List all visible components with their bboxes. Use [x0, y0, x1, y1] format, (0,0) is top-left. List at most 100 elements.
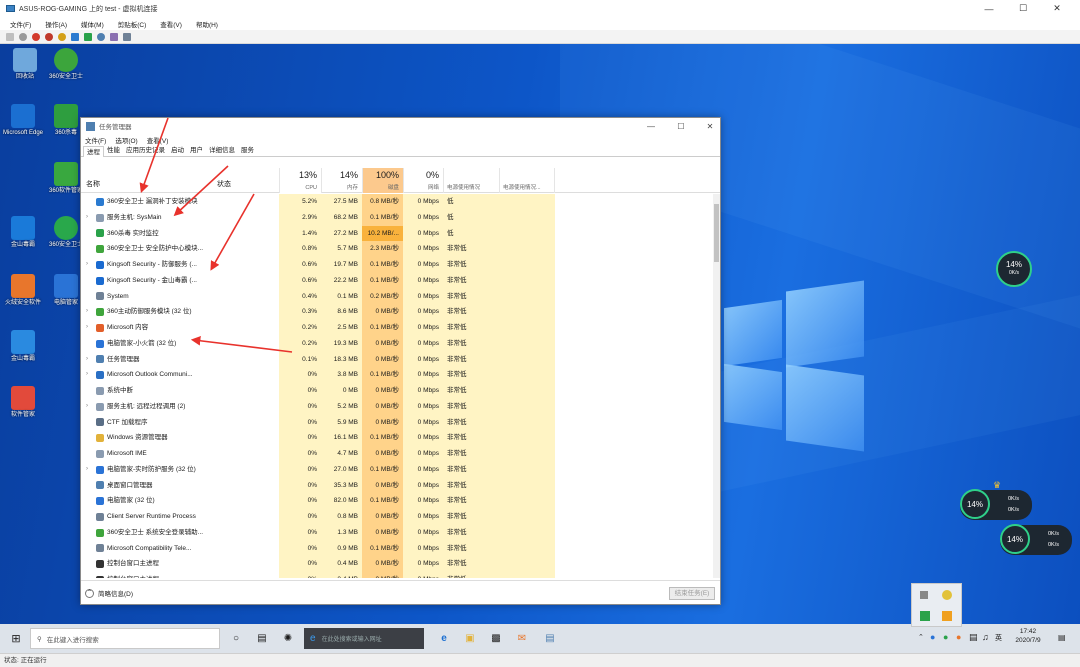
column-header-cpu[interactable]: 13% CPU	[279, 168, 321, 193]
save-state-icon[interactable]	[58, 32, 66, 41]
process-row[interactable]: 桌面窗口管理器 0% 35.3 MB 0 MB/秒 0 Mbps 非常低	[81, 477, 713, 494]
tray-app-icon[interactable]	[942, 590, 952, 600]
process-row[interactable]: › 服务主机: SysMain 2.9% 68.2 MB 0.1 MB/秒 0 Mbps 低	[81, 209, 713, 226]
collapse-chevron-icon[interactable]: ⌃	[85, 588, 94, 598]
process-row[interactable]: CTF 加载程序 0% 5.9 MB 0 MB/秒 0 Mbps 非常低	[81, 414, 713, 431]
speed-widget-pill[interactable]: 14% 0K/s 0K/s ♛	[960, 480, 1032, 520]
tab-processes[interactable]: 进程	[83, 146, 104, 157]
column-header-power-trend[interactable]: 电源使用情况...	[499, 168, 555, 193]
desktop-icon-huorong[interactable]: 火绒安全软件	[2, 274, 44, 307]
process-row[interactable]: 电脑管家 (32 位) 0% 82.0 MB 0.1 MB/秒 0 Mbps 非常低	[81, 493, 713, 509]
desktop-icon-kingsoft-2[interactable]: 金山毒霸	[2, 330, 44, 363]
vm-menu-clipboard[interactable]: 剪贴板(C)	[118, 19, 147, 29]
process-row[interactable]: › Kingsoft Security - 防御服务 (... 0.6% 19.7 M…	[81, 257, 713, 273]
cortana-icon[interactable]: ○	[228, 630, 244, 646]
taskbar-clock[interactable]: 17:42 2020/7/9	[1008, 627, 1048, 645]
close-icon[interactable]: ✕	[1040, 0, 1074, 17]
speed-ball-widget[interactable]: 14% 0K/s	[996, 251, 1032, 287]
taskbar-search-box[interactable]: ⚲ 在此键入进行搜索	[30, 628, 220, 649]
vm-menu-view[interactable]: 查看(V)	[160, 19, 182, 29]
mail-icon[interactable]: ✉	[514, 630, 530, 646]
edge-address-box[interactable]: e 在此处搜索或输入网址	[304, 628, 424, 649]
edge-taskbar-icon[interactable]: e	[436, 630, 452, 646]
tab-performance[interactable]: 性能	[104, 145, 123, 156]
desktop-icon-kingsoft[interactable]: 金山毒霸	[2, 216, 44, 249]
maximize-icon[interactable]: ☐	[666, 118, 696, 134]
volume-icon[interactable]: ♫	[982, 632, 989, 642]
vm-menu-file[interactable]: 文件(F)	[10, 19, 31, 29]
expand-chevron-icon[interactable]: ›	[86, 320, 96, 336]
minimize-icon[interactable]: —	[972, 0, 1006, 17]
vm-menu-media[interactable]: 媒体(M)	[81, 19, 104, 29]
menu-view[interactable]: 查看(V)	[147, 135, 169, 145]
process-row[interactable]: › Microsoft 内容 0.2% 2.5 MB 0.1 MB/秒 0 Mbps 非常低	[81, 320, 713, 336]
column-header-disk[interactable]: 100% 磁盘	[362, 168, 403, 193]
turn-off-icon[interactable]	[32, 32, 40, 41]
process-row[interactable]: › 360主动防御服务模块 (32 位) 0.3% 8.6 MB 0 MB/秒 0 Mbp…	[81, 304, 713, 320]
resume-icon[interactable]	[84, 32, 92, 41]
notification-icon[interactable]: ▤	[1058, 633, 1066, 642]
pause-icon[interactable]	[71, 32, 79, 41]
process-row[interactable]: › 任务管理器 0.1% 18.3 MB 0 MB/秒 0 Mbps 非常低	[81, 351, 713, 368]
scrollbar-thumb[interactable]	[714, 204, 719, 262]
expand-chevron-icon[interactable]: ›	[86, 210, 96, 226]
process-row[interactable]: System 0.4% 0.1 MB 0.2 MB/秒 0 Mbps 非常低	[81, 288, 713, 305]
expand-chevron-icon[interactable]: ›	[86, 304, 96, 320]
process-row[interactable]: 电脑管家-小火箭 (32 位) 0.2% 19.3 MB 0 MB/秒 0 Mbps 非常…	[81, 335, 713, 352]
process-row[interactable]: 360安全卫士 安全防护中心模块... 0.8% 5.7 MB 2.3 MB/秒 0 M…	[81, 241, 713, 257]
desktop-icon-recycle-bin[interactable]: 回收站	[4, 48, 46, 81]
less-details-link[interactable]: 简略信息(D)	[98, 588, 133, 598]
process-row[interactable]: Kingsoft Security - 金山毒霸 (... 0.6% 22.2 MB…	[81, 272, 713, 289]
shutdown-icon[interactable]	[45, 32, 53, 41]
tray-app-icon[interactable]	[920, 611, 930, 621]
tray-app-icon[interactable]	[942, 611, 952, 621]
end-task-button[interactable]: 结束任务(E)	[669, 587, 715, 600]
tray-chevron-icon[interactable]: ⌃	[918, 633, 924, 641]
speed-widget-pill[interactable]: 14% 0K/s 0K/s	[1000, 524, 1072, 555]
expand-chevron-icon[interactable]: ›	[86, 462, 96, 478]
process-row[interactable]: Client Server Runtime Process 0% 0.8 MB 0 M…	[81, 509, 713, 525]
pinwheel-icon[interactable]: ✺	[280, 630, 296, 646]
file-explorer-icon[interactable]: ▣	[462, 630, 478, 646]
column-header-name[interactable]: 名称	[86, 179, 100, 189]
desktop-icon-edge[interactable]: Microsoft Edge	[2, 104, 44, 137]
column-header-network[interactable]: 0% 网络	[403, 168, 443, 193]
tab-services[interactable]: 服务	[238, 145, 257, 156]
process-row[interactable]: 360安全卫士 漏洞补丁安装模块 5.2% 27.5 MB 0.8 MB/秒 0 Mbp…	[81, 194, 713, 210]
desktop-icon-360-safe[interactable]: 360安全卫士	[45, 48, 87, 81]
tab-details[interactable]: 详细信息	[206, 145, 238, 156]
process-row[interactable]: Windows 资源管理器 0% 16.1 MB 0.1 MB/秒 0 Mbps 非常低	[81, 430, 713, 446]
process-row[interactable]: 360安全卫士 系统安全登录辅助... 0% 1.3 MB 0 MB/秒 0 Mbps 非…	[81, 524, 713, 541]
expand-chevron-icon[interactable]: ›	[86, 352, 96, 368]
reset-icon[interactable]	[97, 32, 105, 41]
process-row[interactable]: › 电脑管家-实时防护服务 (32 位) 0% 27.0 MB 0.1 MB/秒 0 Mb…	[81, 461, 713, 478]
store-icon[interactable]: ▩	[488, 630, 504, 646]
process-row[interactable]: 系统中断 0% 0 MB 0 MB/秒 0 Mbps 非常低	[81, 383, 713, 399]
tray-360-icon[interactable]: ●	[943, 632, 948, 642]
ctrl-alt-del-icon[interactable]	[6, 32, 14, 41]
process-row[interactable]: › 服务主机: 远程过程调用 (2) 0% 5.2 MB 0 MB/秒 0 Mbps 非常低	[81, 398, 713, 415]
desktop-icon-software-manager[interactable]: 软件管家	[2, 386, 44, 419]
tab-app-history[interactable]: 应用历史记录	[123, 145, 168, 156]
tray-huorong-icon[interactable]: ●	[956, 632, 961, 642]
tray-pc-manager-icon[interactable]: ●	[930, 632, 935, 642]
close-icon[interactable]: ✕	[695, 118, 725, 134]
scrollbar[interactable]	[713, 194, 720, 578]
menu-file[interactable]: 文件(F)	[85, 135, 106, 145]
task-view-icon[interactable]: ▤	[254, 630, 270, 646]
column-header-power[interactable]: 电源使用情况	[443, 168, 499, 193]
process-row[interactable]: Microsoft Compatibility Tele... 0% 0.9 MB 0…	[81, 540, 713, 557]
revert-icon[interactable]	[123, 32, 131, 41]
process-row[interactable]: 360杀毒 实时监控 1.4% 27.2 MB 10.2 MB/... 0 Mbps 低	[81, 225, 713, 242]
menu-options[interactable]: 选项(O)	[115, 135, 137, 145]
column-header-memory[interactable]: 14% 内存	[321, 168, 362, 193]
minimize-icon[interactable]: —	[636, 118, 666, 134]
task-manager-taskbar-icon[interactable]: ▤	[542, 630, 558, 646]
network-icon[interactable]: ▤	[969, 632, 978, 643]
process-row[interactable]: Microsoft IME 0% 4.7 MB 0 MB/秒 0 Mbps 非常低	[81, 446, 713, 462]
checkpoint-icon[interactable]	[110, 32, 118, 41]
vm-menu-action[interactable]: 操作(A)	[45, 19, 67, 29]
process-row[interactable]: 控制台窗口主进程 0%0.4 MB0 MB/秒0 Mbps非常低	[81, 572, 713, 578]
tab-startup[interactable]: 启动	[168, 145, 187, 156]
start-icon[interactable]	[19, 32, 27, 41]
